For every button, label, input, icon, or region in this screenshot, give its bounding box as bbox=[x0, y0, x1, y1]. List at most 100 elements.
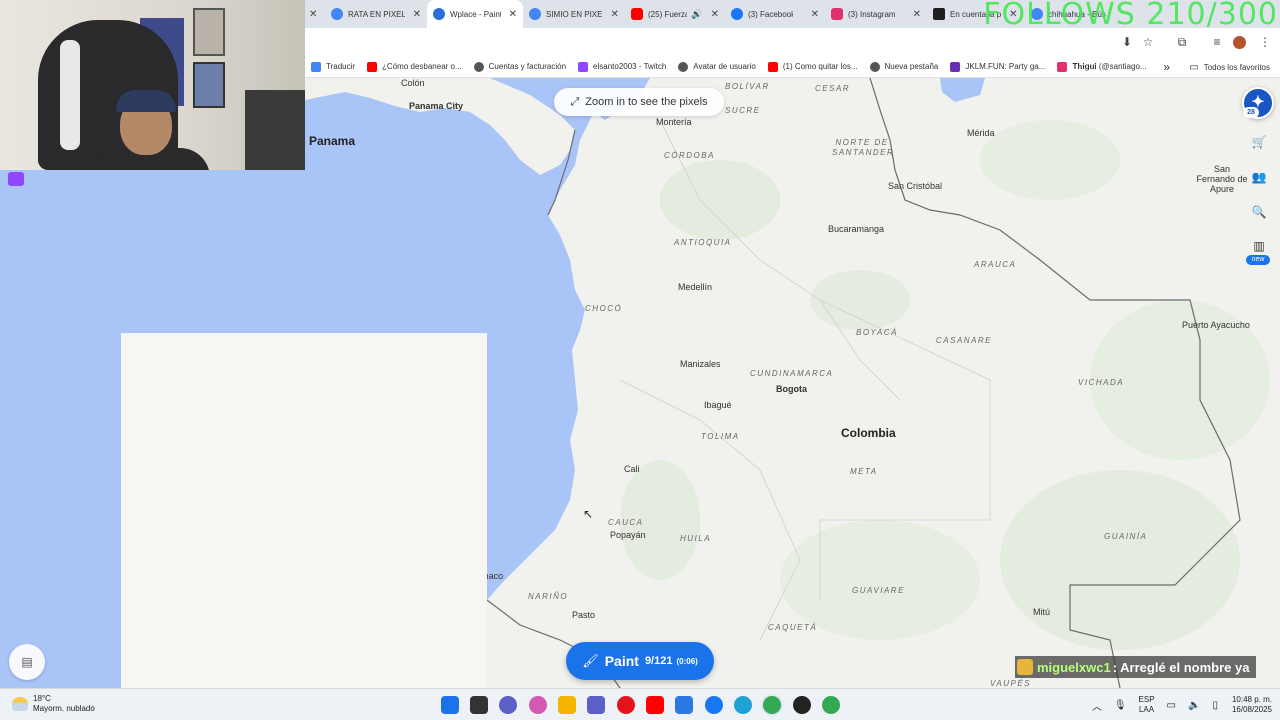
close-icon[interactable]: ✕ bbox=[610, 9, 618, 20]
dept-label-bolivar: BOLÍVAR bbox=[725, 82, 770, 91]
media-controls-icon[interactable]: ≡ bbox=[1210, 35, 1224, 49]
store-cart-icon[interactable]: 🛒 bbox=[1250, 133, 1268, 151]
mouse-cursor-icon: ↖ bbox=[583, 507, 594, 521]
bookmark-label: Traducir bbox=[326, 62, 356, 71]
bookmark-item[interactable]: Nueva pestaña bbox=[864, 61, 945, 72]
close-icon[interactable]: ✕ bbox=[913, 9, 921, 20]
language-indicator[interactable]: ESP LAA bbox=[1139, 695, 1155, 715]
google-icon bbox=[529, 8, 541, 20]
bookmark-item[interactable]: 𝐓𝐡𝐢𝐠𝐮𝐢 (@santiago... bbox=[1051, 61, 1152, 72]
obs-icon[interactable] bbox=[793, 696, 811, 714]
tab-youtube[interactable]: (25) Fuerza 🔊 ✕ bbox=[625, 0, 725, 28]
dept-label-cesar: CESAR bbox=[815, 84, 851, 93]
bookmark-item[interactable]: (1) Como quitar los... bbox=[762, 61, 864, 72]
bookmark-item[interactable]: Avatar de usuario bbox=[672, 61, 762, 72]
copilot-icon[interactable] bbox=[529, 696, 547, 714]
close-icon[interactable]: ✕ bbox=[509, 9, 517, 20]
clock[interactable]: 10:48 p. m. 16/08/2025 bbox=[1232, 695, 1272, 715]
blank-overlay-panel bbox=[121, 333, 487, 688]
battery-icon[interactable]: ▯ bbox=[1212, 700, 1218, 711]
chat-icon[interactable] bbox=[499, 696, 517, 714]
edge-icon[interactable] bbox=[734, 696, 752, 714]
bookmark-label: Avatar de usuario bbox=[693, 62, 756, 71]
file-explorer-icon[interactable] bbox=[558, 696, 576, 714]
weather-widget[interactable]: 18°C Mayorm. nublado bbox=[12, 694, 95, 714]
teams-icon[interactable] bbox=[587, 696, 605, 714]
bookmark-item[interactable]: Traducir bbox=[305, 61, 361, 72]
youtube-icon[interactable] bbox=[646, 696, 664, 714]
zoom-in-hint[interactable]: ⤢ Zoom in to see the pixels bbox=[554, 88, 724, 116]
chrome-icon[interactable] bbox=[763, 696, 781, 714]
close-icon[interactable]: ✕ bbox=[309, 9, 317, 20]
chevron-up-icon[interactable]: ︿ bbox=[1092, 698, 1102, 713]
windows-taskbar: 18°C Mayorm. nublado ︿ 🎙 ESP LAA ▭ 🔈 ▯ 1… bbox=[0, 688, 1280, 720]
speaker-icon[interactable]: 🔊 bbox=[691, 9, 702, 20]
bookmark-label: (1) Como quitar los... bbox=[782, 62, 858, 71]
bookmark-label: 𝐓𝐡𝐢𝐠𝐮𝐢 (@santiago... bbox=[1072, 61, 1147, 71]
chrome-alt-icon[interactable] bbox=[822, 696, 840, 714]
store-icon[interactable] bbox=[675, 696, 693, 714]
stream-chat-message: miguelxwc1 : Arreglé el nombre ya bbox=[1015, 656, 1256, 678]
tab-rata-en-pixeles[interactable]: RATA EN PIXELE ✕ bbox=[325, 0, 427, 28]
bookmarks-bar: Traducir ¿Cómo desbanear o... Cuentas y … bbox=[305, 56, 1280, 78]
youtube-icon bbox=[631, 8, 643, 20]
volume-icon[interactable]: 🔈 bbox=[1188, 700, 1200, 711]
windows-start-icon[interactable] bbox=[441, 696, 459, 714]
chat-text: : Arreglé el nombre ya bbox=[1112, 659, 1250, 675]
map-layers-button[interactable]: ▤ bbox=[9, 644, 45, 680]
google-icon bbox=[331, 8, 343, 20]
weather-cloudy-icon bbox=[12, 697, 28, 711]
tab-simio-en-pixeles[interactable]: SIMIO EN PIXE ✕ bbox=[523, 0, 625, 28]
paint-label: Paint bbox=[604, 653, 639, 669]
tab-close-prev[interactable]: ✕ bbox=[305, 0, 325, 28]
city-label-merida: Mérida bbox=[967, 128, 995, 138]
leaderboard-icon[interactable]: ▥ bbox=[1250, 237, 1268, 255]
globe-icon bbox=[473, 61, 484, 72]
bookmarks-overflow-chevron-icon[interactable]: » bbox=[1163, 56, 1170, 78]
microphone-icon[interactable]: 🎙 bbox=[1114, 700, 1127, 711]
bookmark-item[interactable]: Cuentas y facturación bbox=[468, 61, 572, 72]
tab-label: Wplace - Paint bbox=[450, 9, 501, 19]
dept-label-vichada: VICHADA bbox=[1078, 378, 1125, 387]
network-icon[interactable]: ▭ bbox=[1167, 700, 1176, 711]
city-label-san-cristobal: San Cristóbal bbox=[888, 181, 943, 191]
paint-charges: 9/121 bbox=[644, 655, 673, 667]
facebook-icon bbox=[731, 8, 743, 20]
close-icon[interactable]: ✕ bbox=[811, 9, 819, 20]
city-label-mitu: Mitú bbox=[1033, 607, 1051, 617]
close-icon[interactable]: ✕ bbox=[711, 9, 719, 20]
veg-patch bbox=[810, 270, 910, 330]
install-app-icon[interactable]: ⬇ bbox=[1120, 35, 1134, 49]
panama-land bbox=[305, 78, 575, 175]
bookmark-item[interactable]: JKLM.FUN: Party ga... bbox=[944, 61, 1051, 72]
extensions-icon[interactable]: ⧉ bbox=[1175, 35, 1189, 49]
weather-desc: Mayorm. nublado bbox=[33, 704, 95, 713]
browser-toolbar: ⬇ ☆ ⧉ ≡ ⋮ bbox=[305, 28, 1280, 56]
city-label-manizales: Manizales bbox=[680, 359, 721, 369]
bookmark-star-icon[interactable]: ☆ bbox=[1141, 35, 1155, 49]
close-icon[interactable]: ✕ bbox=[413, 9, 421, 20]
city-label-medellin: Medellín bbox=[678, 282, 713, 292]
facebook-icon[interactable] bbox=[705, 696, 723, 714]
task-view-icon[interactable] bbox=[470, 696, 488, 714]
tab-facebook[interactable]: (3) Facebook ✕ bbox=[725, 0, 825, 28]
city-label-pasto: Pasto bbox=[572, 610, 596, 620]
tab-instagram[interactable]: (3) Instagram ✕ bbox=[825, 0, 927, 28]
profile-avatar-icon[interactable] bbox=[1233, 36, 1246, 49]
youtube-icon bbox=[767, 61, 778, 72]
tab-label: (3) Facebook bbox=[748, 9, 793, 19]
bookmark-item[interactable]: elsanto2003 - Twitch bbox=[572, 61, 672, 72]
paint-button[interactable]: 🖌 Paint 9/121 (0:06) bbox=[566, 642, 714, 680]
jklm-icon bbox=[950, 61, 961, 72]
all-bookmarks-button[interactable]: ▭ Todos los favoritos bbox=[1189, 56, 1270, 78]
alliance-icon[interactable]: 👥 bbox=[1250, 168, 1268, 186]
dept-label-vaupes: VAUPÉS bbox=[990, 679, 1032, 688]
clock-time: 10:48 p. m. bbox=[1231, 695, 1272, 704]
opera-icon[interactable] bbox=[617, 696, 635, 714]
kebab-menu-icon[interactable]: ⋮ bbox=[1258, 35, 1272, 49]
tab-wplace[interactable]: Wplace - Paint ✕ bbox=[427, 0, 523, 28]
bookmark-item[interactable]: ¿Cómo desbanear o... bbox=[361, 61, 468, 72]
globe-icon bbox=[433, 8, 445, 20]
search-location-icon[interactable]: 🔍 bbox=[1250, 203, 1268, 221]
zoom-hint-label: Zoom in to see the pixels bbox=[585, 96, 708, 108]
